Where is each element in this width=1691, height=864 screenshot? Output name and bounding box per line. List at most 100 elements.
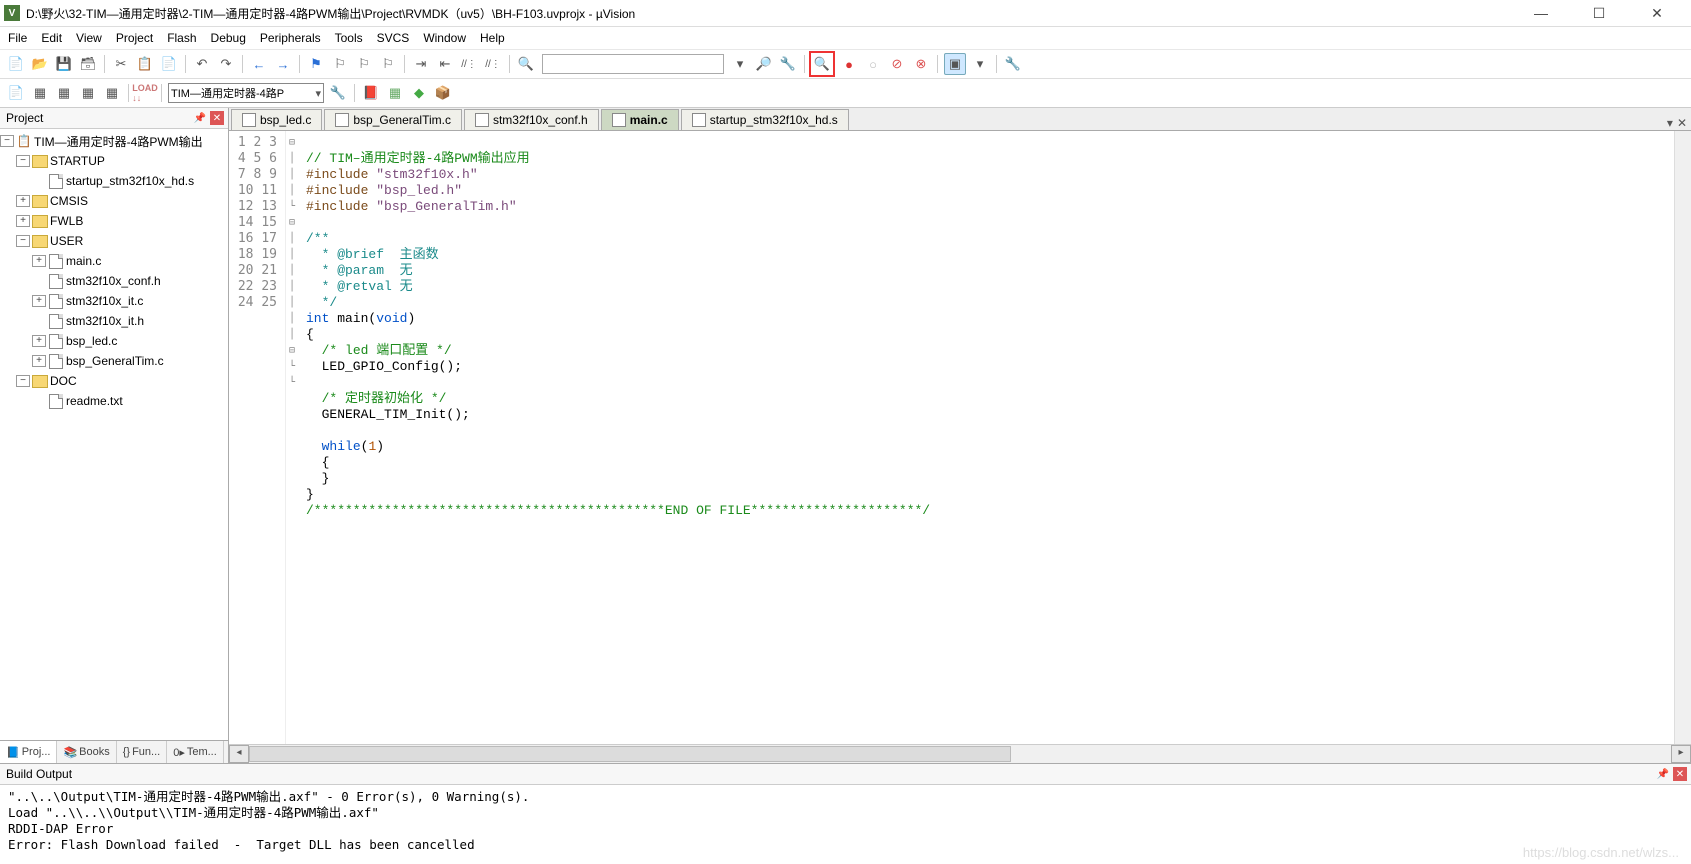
target-name: TIM—通用定时器-4路P xyxy=(171,85,284,101)
incremental-find-icon[interactable]: 🔧 xyxy=(778,54,798,74)
pin-icon[interactable]: 📌 xyxy=(1657,769,1669,780)
code-editor[interactable]: 1 2 3 4 5 6 7 8 9 10 11 12 13 14 15 16 1… xyxy=(229,131,1691,744)
tabs-menu-icon[interactable]: ▾ xyxy=(1667,116,1673,130)
debug-start-icon[interactable]: 🔍 xyxy=(812,54,832,74)
cut-icon[interactable]: ✂ xyxy=(111,54,131,74)
menu-tools[interactable]: Tools xyxy=(335,31,363,45)
manage-books-icon[interactable]: 📕 xyxy=(361,83,381,103)
outdent-icon[interactable]: ⇤ xyxy=(435,54,455,74)
stop-build-icon[interactable]: ▦ xyxy=(102,83,122,103)
file-tab[interactable]: stm32f10x_conf.h xyxy=(464,109,599,130)
maximize-button[interactable]: ☐ xyxy=(1579,3,1619,23)
scroll-thumb[interactable] xyxy=(249,746,1011,762)
tree-group[interactable]: −USER xyxy=(0,231,228,251)
download-icon[interactable]: LOAD↓↓ xyxy=(135,83,155,103)
layout-dropdown-icon[interactable]: ▾ xyxy=(970,54,990,74)
open-file-icon[interactable]: 📂 xyxy=(30,54,50,74)
vertical-scrollbar[interactable] xyxy=(1674,131,1691,744)
rebuild-icon[interactable]: ▦ xyxy=(54,83,74,103)
manage-rte-icon[interactable]: ◆ xyxy=(409,83,429,103)
target-options-icon[interactable]: 🔧 xyxy=(328,83,348,103)
menu-flash[interactable]: Flash xyxy=(167,31,196,45)
save-icon[interactable]: 💾 xyxy=(54,54,74,74)
tree-root[interactable]: −📋TIM—通用定时器-4路PWM输出 xyxy=(0,131,228,151)
undo-icon[interactable]: ↶ xyxy=(192,54,212,74)
fold-gutter[interactable]: ⊟ │ │ │ └ ⊟ │ │ │ │ │ │ │ ⊟ └ └ xyxy=(286,131,298,744)
scroll-right-icon[interactable]: ▸ xyxy=(1671,745,1691,763)
pane-close-icon[interactable]: ✕ xyxy=(1673,767,1687,781)
project-tree[interactable]: −📋TIM—通用定时器-4路PWM输出−STARTUPstartup_stm32… xyxy=(0,129,228,740)
new-file-icon[interactable]: 📄 xyxy=(6,54,26,74)
find-in-files-icon[interactable]: 🔍 xyxy=(516,54,536,74)
comment-icon[interactable]: //⋮ xyxy=(459,54,479,74)
menu-help[interactable]: Help xyxy=(480,31,505,45)
tabs-close-icon[interactable]: ✕ xyxy=(1677,116,1687,130)
tree-file[interactable]: +bsp_GeneralTim.c xyxy=(0,351,228,371)
indent-icon[interactable]: ⇥ xyxy=(411,54,431,74)
tree-group[interactable]: +FWLB xyxy=(0,211,228,231)
breakpoint-disable-icon[interactable]: ○ xyxy=(863,54,883,74)
window-layout-icon[interactable]: ▣ xyxy=(944,53,966,75)
menu-window[interactable]: Window xyxy=(423,31,466,45)
main-toolbar: 📄 📂 💾 🗃 ✂ 📋 📄 ↶ ↷ ← → ⚑ ⚐ ⚐ ⚐ ⇥ ⇤ //⋮ //… xyxy=(0,50,1691,79)
window-title: D:\野火\32-TIM—通用定时器\2-TIM—通用定时器-4路PWM输出\P… xyxy=(26,5,1521,22)
batch-build-icon[interactable]: ▦ xyxy=(78,83,98,103)
build-output-text[interactable]: "..\..\Output\TIM-通用定时器-4路PWM输出.axf" - 0… xyxy=(0,785,1691,864)
tree-group[interactable]: −STARTUP xyxy=(0,151,228,171)
horizontal-scrollbar[interactable]: ◂ ▸ xyxy=(229,744,1691,763)
menu-svcs[interactable]: SVCS xyxy=(377,31,410,45)
uncomment-icon[interactable]: //⋮ xyxy=(483,54,503,74)
build-icon[interactable]: ▦ xyxy=(30,83,50,103)
nav-forward-icon[interactable]: → xyxy=(273,54,293,74)
file-tab[interactable]: startup_stm32f10x_hd.s xyxy=(681,109,849,130)
bookmark-prev-icon[interactable]: ⚐ xyxy=(330,54,350,74)
menu-edit[interactable]: Edit xyxy=(41,31,62,45)
pane-close-icon[interactable]: ✕ xyxy=(210,111,224,125)
pin-icon[interactable]: 📌 xyxy=(194,113,206,124)
configure-icon[interactable]: 🔧 xyxy=(1003,54,1023,74)
menu-debug[interactable]: Debug xyxy=(211,31,246,45)
target-selector[interactable]: TIM—通用定时器-4路P ▾ xyxy=(168,83,324,103)
code-content[interactable]: // TIM–通用定时器-4路PWM输出应用 #include "stm32f1… xyxy=(298,131,1691,744)
tab-project[interactable]: 📘Proj... xyxy=(0,741,57,763)
file-tab[interactable]: bsp_led.c xyxy=(231,109,322,130)
manage-components-icon[interactable]: ▦ xyxy=(385,83,405,103)
tree-file[interactable]: readme.txt xyxy=(0,391,228,411)
search-input[interactable] xyxy=(542,54,724,74)
tree-file[interactable]: +bsp_led.c xyxy=(0,331,228,351)
menu-file[interactable]: File xyxy=(8,31,27,45)
tree-file[interactable]: startup_stm32f10x_hd.s xyxy=(0,171,228,191)
tree-file[interactable]: stm32f10x_it.h xyxy=(0,311,228,331)
breakpoint-killall-icon[interactable]: ⊗ xyxy=(911,54,931,74)
minimize-button[interactable]: — xyxy=(1521,3,1561,23)
tab-books[interactable]: 📚Books xyxy=(57,741,116,763)
menu-view[interactable]: View xyxy=(76,31,102,45)
tab-functions[interactable]: {}Fun... xyxy=(117,741,167,763)
tree-group[interactable]: +CMSIS xyxy=(0,191,228,211)
tab-templates[interactable]: 0▸Tem... xyxy=(167,741,224,763)
redo-icon[interactable]: ↷ xyxy=(216,54,236,74)
breakpoint-kill-icon[interactable]: ⊘ xyxy=(887,54,907,74)
bookmark-next-icon[interactable]: ⚐ xyxy=(354,54,374,74)
breakpoint-insert-icon[interactable]: ● xyxy=(839,54,859,74)
bookmark-icon[interactable]: ⚑ xyxy=(306,54,326,74)
copy-icon[interactable]: 📋 xyxy=(135,54,155,74)
file-tab[interactable]: bsp_GeneralTim.c xyxy=(324,109,462,130)
close-button[interactable]: ✕ xyxy=(1637,3,1677,23)
bookmark-clear-icon[interactable]: ⚐ xyxy=(378,54,398,74)
menu-peripherals[interactable]: Peripherals xyxy=(260,31,321,45)
tree-file[interactable]: +main.c xyxy=(0,251,228,271)
file-tab[interactable]: main.c xyxy=(601,109,679,130)
tree-file[interactable]: stm32f10x_conf.h xyxy=(0,271,228,291)
nav-back-icon[interactable]: ← xyxy=(249,54,269,74)
pack-installer-icon[interactable]: 📦 xyxy=(433,83,453,103)
paste-icon[interactable]: 📄 xyxy=(159,54,179,74)
find-icon[interactable]: 🔎 xyxy=(754,54,774,74)
search-dropdown-icon[interactable]: ▾ xyxy=(730,54,750,74)
tree-file[interactable]: +stm32f10x_it.c xyxy=(0,291,228,311)
menu-project[interactable]: Project xyxy=(116,31,153,45)
save-all-icon[interactable]: 🗃 xyxy=(78,54,98,74)
tree-group[interactable]: −DOC xyxy=(0,371,228,391)
translate-icon[interactable]: 📄 xyxy=(6,83,26,103)
scroll-left-icon[interactable]: ◂ xyxy=(229,745,249,763)
